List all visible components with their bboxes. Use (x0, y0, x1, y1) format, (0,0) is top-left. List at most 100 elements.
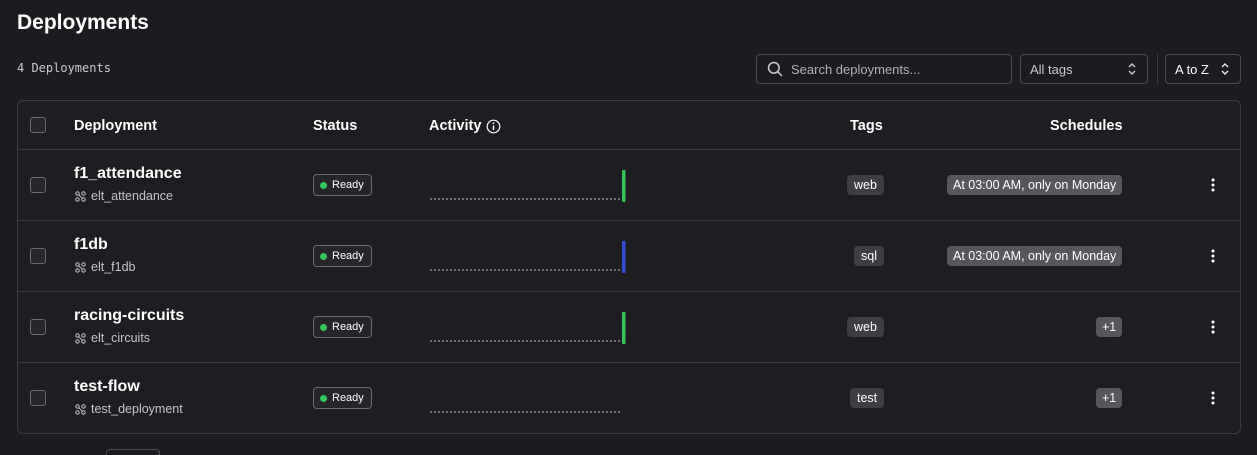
deployment-name-link[interactable]: f1_attendance (74, 165, 182, 183)
activity-tick (617, 197, 621, 201)
activity-tick (565, 339, 569, 343)
activity-tick (557, 268, 561, 272)
activity-tick (509, 339, 513, 343)
activity-tick (517, 339, 521, 343)
activity-tick (457, 268, 461, 272)
activity-tick (573, 268, 577, 272)
activity-sparkline[interactable] (429, 377, 629, 417)
more-vertical-icon (1211, 249, 1215, 263)
activity-tick (577, 197, 581, 201)
row-checkbox[interactable] (30, 390, 46, 406)
activity-sparkline[interactable] (429, 164, 629, 204)
activity-sparkline[interactable] (429, 235, 629, 275)
activity-tick (537, 410, 541, 414)
flow-link[interactable]: elt_circuits (75, 331, 150, 345)
activity-tick (529, 197, 533, 201)
activity-tick (501, 339, 505, 343)
activity-tick (593, 268, 597, 272)
row-actions-menu-button[interactable] (1203, 247, 1223, 265)
deployments-table: Deployment Status Activity Tags Schedule… (17, 100, 1241, 434)
activity-tick (609, 197, 613, 201)
activity-tick (549, 268, 553, 272)
activity-tick (565, 268, 569, 272)
activity-tick (561, 410, 565, 414)
schedule-badge[interactable]: At 03:00 AM, only on Monday (947, 175, 1123, 195)
activity-tick (545, 197, 549, 201)
activity-run-bar[interactable] (622, 312, 626, 344)
column-header-activity[interactable]: Activity (429, 118, 501, 134)
activity-tick (445, 197, 449, 201)
activity-tick (477, 197, 481, 201)
activity-tick (589, 339, 593, 343)
activity-tick (533, 197, 537, 201)
select-all-checkbox[interactable] (30, 117, 46, 133)
activity-tick (545, 410, 549, 414)
status-label: Ready (332, 392, 364, 404)
activity-tick (533, 339, 537, 343)
table-row[interactable]: test-flow test_deployment Ready test +1 (18, 363, 1240, 433)
activity-tick (509, 268, 513, 272)
tag-badge[interactable]: test (850, 388, 885, 408)
row-actions-menu-button[interactable] (1203, 176, 1223, 194)
column-header-schedules[interactable]: Schedules (1050, 118, 1123, 134)
activity-tick (481, 410, 485, 414)
flow-icon (75, 190, 86, 202)
activity-tick (469, 268, 473, 272)
activity-tick (593, 197, 597, 201)
row-actions-menu-button[interactable] (1203, 389, 1223, 407)
tag-badge[interactable]: sql (854, 246, 884, 266)
activity-tick (497, 339, 501, 343)
activity-tick (521, 339, 525, 343)
activity-tick (485, 268, 489, 272)
activity-tick (441, 339, 445, 343)
table-row[interactable]: f1db elt_f1db Ready sql At 03:00 AM, onl… (18, 221, 1240, 292)
activity-tick (601, 197, 605, 201)
schedule-badge[interactable]: +1 (1096, 388, 1123, 408)
activity-tick (537, 339, 541, 343)
tag-badge[interactable]: web (847, 317, 884, 337)
activity-tick (617, 339, 621, 343)
search-input[interactable] (791, 61, 1001, 77)
flow-link[interactable]: elt_f1db (75, 260, 135, 274)
row-actions-menu-button[interactable] (1203, 318, 1223, 336)
tag-badge[interactable]: web (847, 175, 884, 195)
schedule-badge[interactable]: +1 (1096, 317, 1123, 337)
activity-tick (553, 339, 557, 343)
row-checkbox[interactable] (30, 177, 46, 193)
activity-tick (465, 197, 469, 201)
deployment-name-link[interactable]: f1db (74, 236, 108, 254)
activity-tick (525, 410, 529, 414)
activity-tick (557, 410, 561, 414)
activity-tick (505, 197, 509, 201)
activity-run-bar[interactable] (622, 170, 626, 202)
search-icon (767, 61, 783, 77)
search-box[interactable] (756, 54, 1012, 84)
pagination-control[interactable] (106, 449, 160, 455)
activity-run-bar[interactable] (622, 241, 626, 273)
activity-tick (493, 268, 497, 272)
activity-tick (493, 410, 497, 414)
column-header-tags[interactable]: Tags (850, 118, 883, 134)
activity-tick (601, 268, 605, 272)
activity-tick (597, 268, 601, 272)
activity-tick (609, 268, 613, 272)
flow-link[interactable]: test_deployment (75, 402, 183, 416)
tags-filter-select[interactable]: All tags (1020, 54, 1148, 84)
row-checkbox[interactable] (30, 248, 46, 264)
info-icon[interactable] (486, 119, 501, 134)
deployment-name-link[interactable]: racing-circuits (74, 307, 184, 325)
table-row[interactable]: f1_attendance elt_attendance Ready web A… (18, 150, 1240, 221)
flow-link[interactable]: elt_attendance (75, 189, 173, 203)
activity-tick (433, 268, 437, 272)
schedule-badge[interactable]: At 03:00 AM, only on Monday (947, 246, 1123, 266)
deployment-name-link[interactable]: test-flow (74, 378, 140, 396)
activity-tick (489, 410, 493, 414)
activity-tick (501, 410, 505, 414)
activity-sparkline[interactable] (429, 306, 629, 346)
column-header-deployment[interactable]: Deployment (74, 118, 157, 134)
table-row[interactable]: racing-circuits elt_circuits Ready web +… (18, 292, 1240, 363)
sort-select[interactable]: A to Z (1165, 54, 1241, 84)
column-header-status[interactable]: Status (313, 118, 357, 134)
row-checkbox[interactable] (30, 319, 46, 335)
activity-tick (553, 410, 557, 414)
